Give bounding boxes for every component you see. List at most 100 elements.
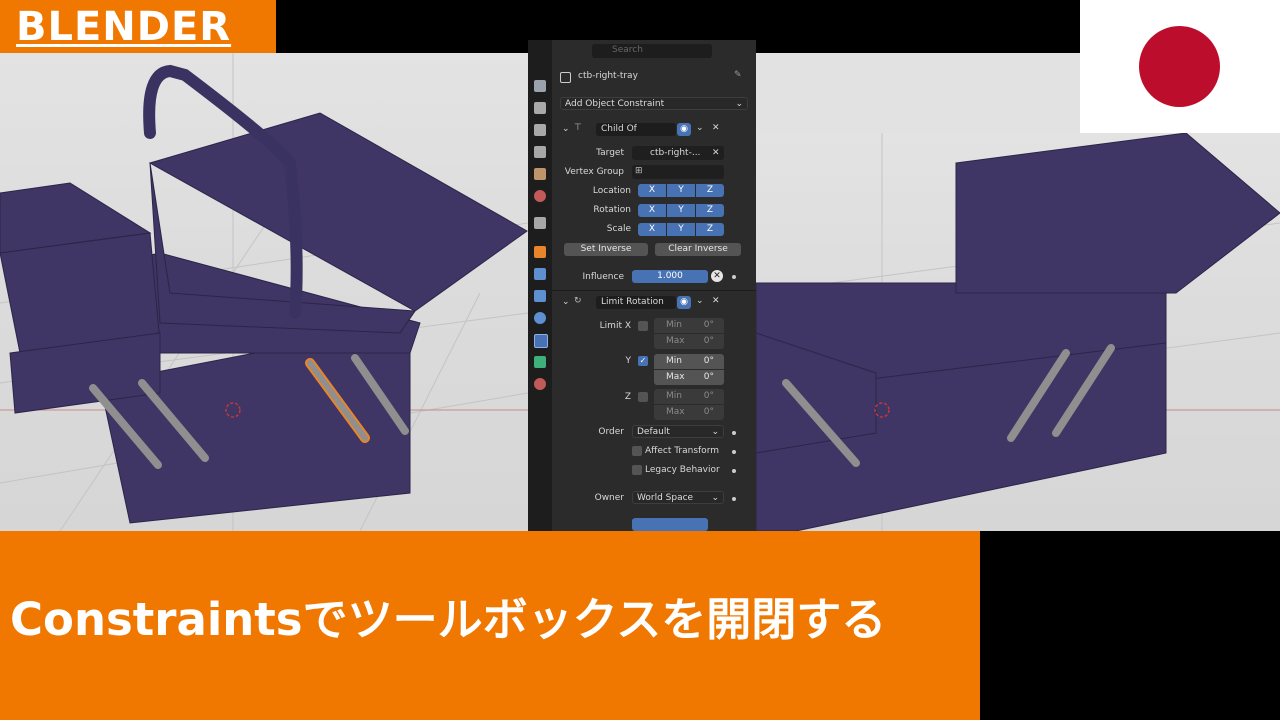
order-label: Order	[598, 427, 624, 437]
limit-y-label: Y	[625, 356, 632, 366]
rotation-z-toggle[interactable]: Z	[696, 204, 724, 217]
keyframe-dot[interactable]	[732, 275, 736, 279]
affect-transform-label: Affect Transform	[645, 446, 719, 456]
add-constraint-label: Add Object Constraint	[565, 99, 665, 109]
banner-right-fill	[980, 531, 1280, 720]
keyframe-dot[interactable]	[732, 497, 736, 501]
rotation-x-toggle[interactable]: X	[638, 204, 666, 217]
physics-tab-icon[interactable]	[534, 312, 546, 324]
legacy-behavior-checkbox[interactable]	[632, 465, 642, 475]
scale-z-toggle[interactable]: Z	[696, 223, 724, 236]
scale-label: Scale	[606, 224, 631, 234]
location-x-toggle[interactable]: X	[638, 184, 666, 197]
search-input[interactable]: Search	[592, 44, 712, 58]
tool-tab-icon[interactable]	[534, 80, 546, 92]
max-value: 0°	[703, 336, 714, 346]
location-y-toggle[interactable]: Y	[667, 184, 695, 197]
min-value: 0°	[703, 391, 714, 401]
vertex-group-icon: ⊞	[635, 166, 643, 176]
render-tab-icon[interactable]	[534, 102, 546, 114]
close-icon[interactable]: ✕	[712, 123, 720, 133]
scale-y-toggle[interactable]: Y	[667, 223, 695, 236]
keyframe-dot[interactable]	[732, 431, 736, 435]
limit-z-max-field[interactable]: Max 0°	[654, 405, 724, 420]
collapse-limit-rotation-icon[interactable]: ⌄	[562, 297, 570, 307]
location-label: Location	[592, 186, 631, 196]
limit-rotation-name-field[interactable]: Limit Rotation	[596, 296, 676, 309]
properties-panel[interactable]: Search ctb-right-tray ✎ Add Object Const…	[528, 40, 756, 531]
keyframe-dot[interactable]	[732, 450, 736, 454]
limit-x-min-field[interactable]: Min 0°	[654, 318, 724, 333]
limit-z-checkbox[interactable]	[638, 392, 648, 402]
owner-space-dropdown[interactable]: World Space ⌄	[632, 491, 724, 504]
limit-y-checkbox[interactable]: ✓	[638, 356, 648, 366]
world-tab-icon[interactable]	[534, 190, 546, 202]
flag-sun	[1139, 26, 1220, 107]
properties-tabs[interactable]	[528, 40, 552, 531]
owner-value: World Space	[637, 493, 694, 503]
object-name: ctb-right-tray	[578, 71, 638, 81]
vertex-group-field[interactable]: ⊞	[632, 165, 724, 179]
child-of-name-field[interactable]: Child Of	[596, 123, 676, 136]
scale-x-toggle[interactable]: X	[638, 223, 666, 236]
limit-x-checkbox[interactable]	[638, 321, 648, 331]
blender-badge: BLENDER	[0, 0, 276, 53]
disable-keep-transform-icon[interactable]: ✕	[711, 270, 723, 282]
toolbox-render-right	[756, 133, 1280, 531]
constraint-tab-icon[interactable]	[534, 334, 548, 348]
legacy-behavior-label: Legacy Behavior	[645, 465, 720, 475]
chevron-down-icon[interactable]: ⌄	[696, 296, 704, 306]
close-icon[interactable]: ✕	[712, 148, 720, 158]
output-tab-icon[interactable]	[534, 124, 546, 136]
max-label: Max	[666, 336, 685, 346]
viewport-right[interactable]	[756, 133, 1280, 531]
chevron-down-icon: ⌄	[711, 493, 719, 503]
order-value: Default	[637, 427, 670, 437]
rotation-y-toggle[interactable]: Y	[667, 204, 695, 217]
collapse-child-of-icon[interactable]: ⌄	[562, 124, 570, 134]
influence-label: Influence	[582, 272, 624, 282]
view-layer-tab-icon[interactable]	[534, 146, 546, 158]
order-dropdown[interactable]: Default ⌄	[632, 425, 724, 438]
chevron-down-icon: ⌄	[735, 99, 743, 109]
target-label: Target	[596, 148, 624, 158]
limit-rotation-constraint-icon: ↻	[574, 296, 582, 306]
close-icon[interactable]: ✕	[712, 296, 720, 306]
min-label: Min	[666, 320, 682, 330]
target-field[interactable]: ctb-right-... ✕	[632, 146, 724, 160]
affect-transform-checkbox[interactable]	[632, 446, 642, 456]
eye-icon[interactable]: ◉	[677, 296, 691, 309]
child-of-constraint-icon: ⊤	[574, 123, 582, 133]
search-placeholder: Search	[612, 45, 643, 55]
clear-inverse-button[interactable]: Clear Inverse	[655, 243, 741, 256]
pin-icon[interactable]: ✎	[734, 70, 742, 80]
limit-y-max-field[interactable]: Max 0°	[654, 370, 724, 385]
keyframe-dot[interactable]	[732, 469, 736, 473]
limit-x-max-field[interactable]: Max 0°	[654, 334, 724, 349]
limit-y-min-field[interactable]: Min 0°	[654, 354, 724, 369]
influence-slider[interactable]: 1.000	[632, 270, 708, 283]
banner-title: Constraintsでツールボックスを開閉する	[10, 593, 887, 646]
limit-z-min-field[interactable]: Min 0°	[654, 389, 724, 404]
viewport-right-top[interactable]	[756, 53, 1080, 133]
viewport-left[interactable]	[0, 53, 528, 531]
min-value: 0°	[703, 320, 714, 330]
collection-tab-icon[interactable]	[534, 217, 546, 229]
max-label: Max	[666, 372, 685, 382]
eye-icon[interactable]: ◉	[677, 123, 691, 136]
scene-tab-icon[interactable]	[534, 168, 546, 180]
particles-tab-icon[interactable]	[534, 290, 546, 302]
set-inverse-button[interactable]: Set Inverse	[564, 243, 648, 256]
toolbox-render-left	[0, 53, 528, 531]
data-tab-icon[interactable]	[534, 356, 546, 368]
max-label: Max	[666, 407, 685, 417]
object-tab-icon[interactable]	[534, 246, 546, 258]
add-object-constraint-dropdown[interactable]: Add Object Constraint ⌄	[560, 97, 748, 110]
material-tab-icon[interactable]	[534, 378, 546, 390]
object-icon	[560, 72, 571, 83]
child-of-name: Child Of	[601, 124, 637, 134]
chevron-down-icon[interactable]: ⌄	[696, 123, 704, 133]
location-z-toggle[interactable]: Z	[696, 184, 724, 197]
limit-rotation-influence-slider[interactable]	[632, 518, 708, 531]
modifier-tab-icon[interactable]	[534, 268, 546, 280]
